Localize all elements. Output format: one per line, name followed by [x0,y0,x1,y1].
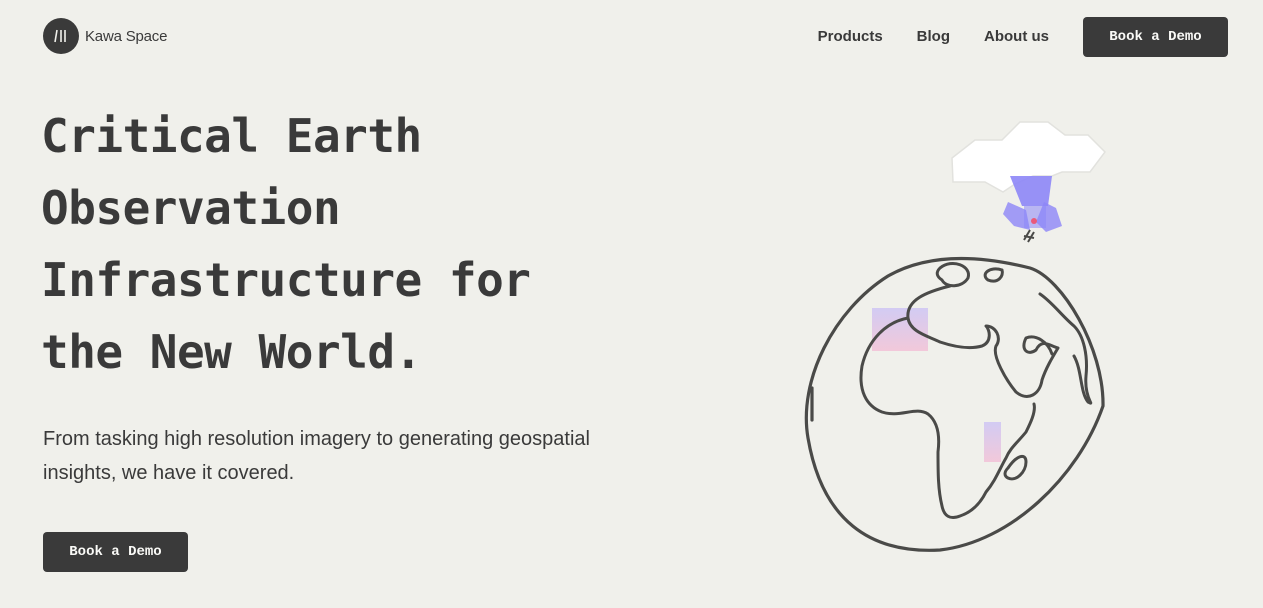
globe-outline [804,256,1105,552]
nav-link-products[interactable]: Products [818,17,883,57]
three-bars-logo-icon [43,18,79,54]
highlight-box [872,308,928,351]
globe-satellite-illustration [804,121,1106,552]
hero-subtitle: From tasking high resolution imagery to … [43,428,590,484]
brand-name: Kawa Space [85,27,168,45]
logo-link[interactable]: Kawa Space [43,18,167,54]
nav-link-about-us[interactable]: About us [984,17,1049,57]
header-book-demo-button[interactable]: Book a Demo [1083,17,1228,57]
continents-outline [859,262,1093,520]
hero-title-line: Critical Earth [41,109,422,163]
site-header: Kawa Space Products Blog About us Book a… [0,0,1263,75]
hero-title-line: Infrastructure for [41,253,531,307]
hero-book-demo-button[interactable]: Book a Demo [43,532,188,572]
nav-link-blog[interactable]: Blog [917,17,950,57]
hero-title: Critical Earth Observation Infrastructur… [41,100,641,388]
highlight-box [984,422,1001,462]
hero-title-line: Observation [41,181,341,235]
hero-title-line: the New World. [41,325,422,379]
main-nav: Products Blog About us Book a Demo [818,17,1228,57]
